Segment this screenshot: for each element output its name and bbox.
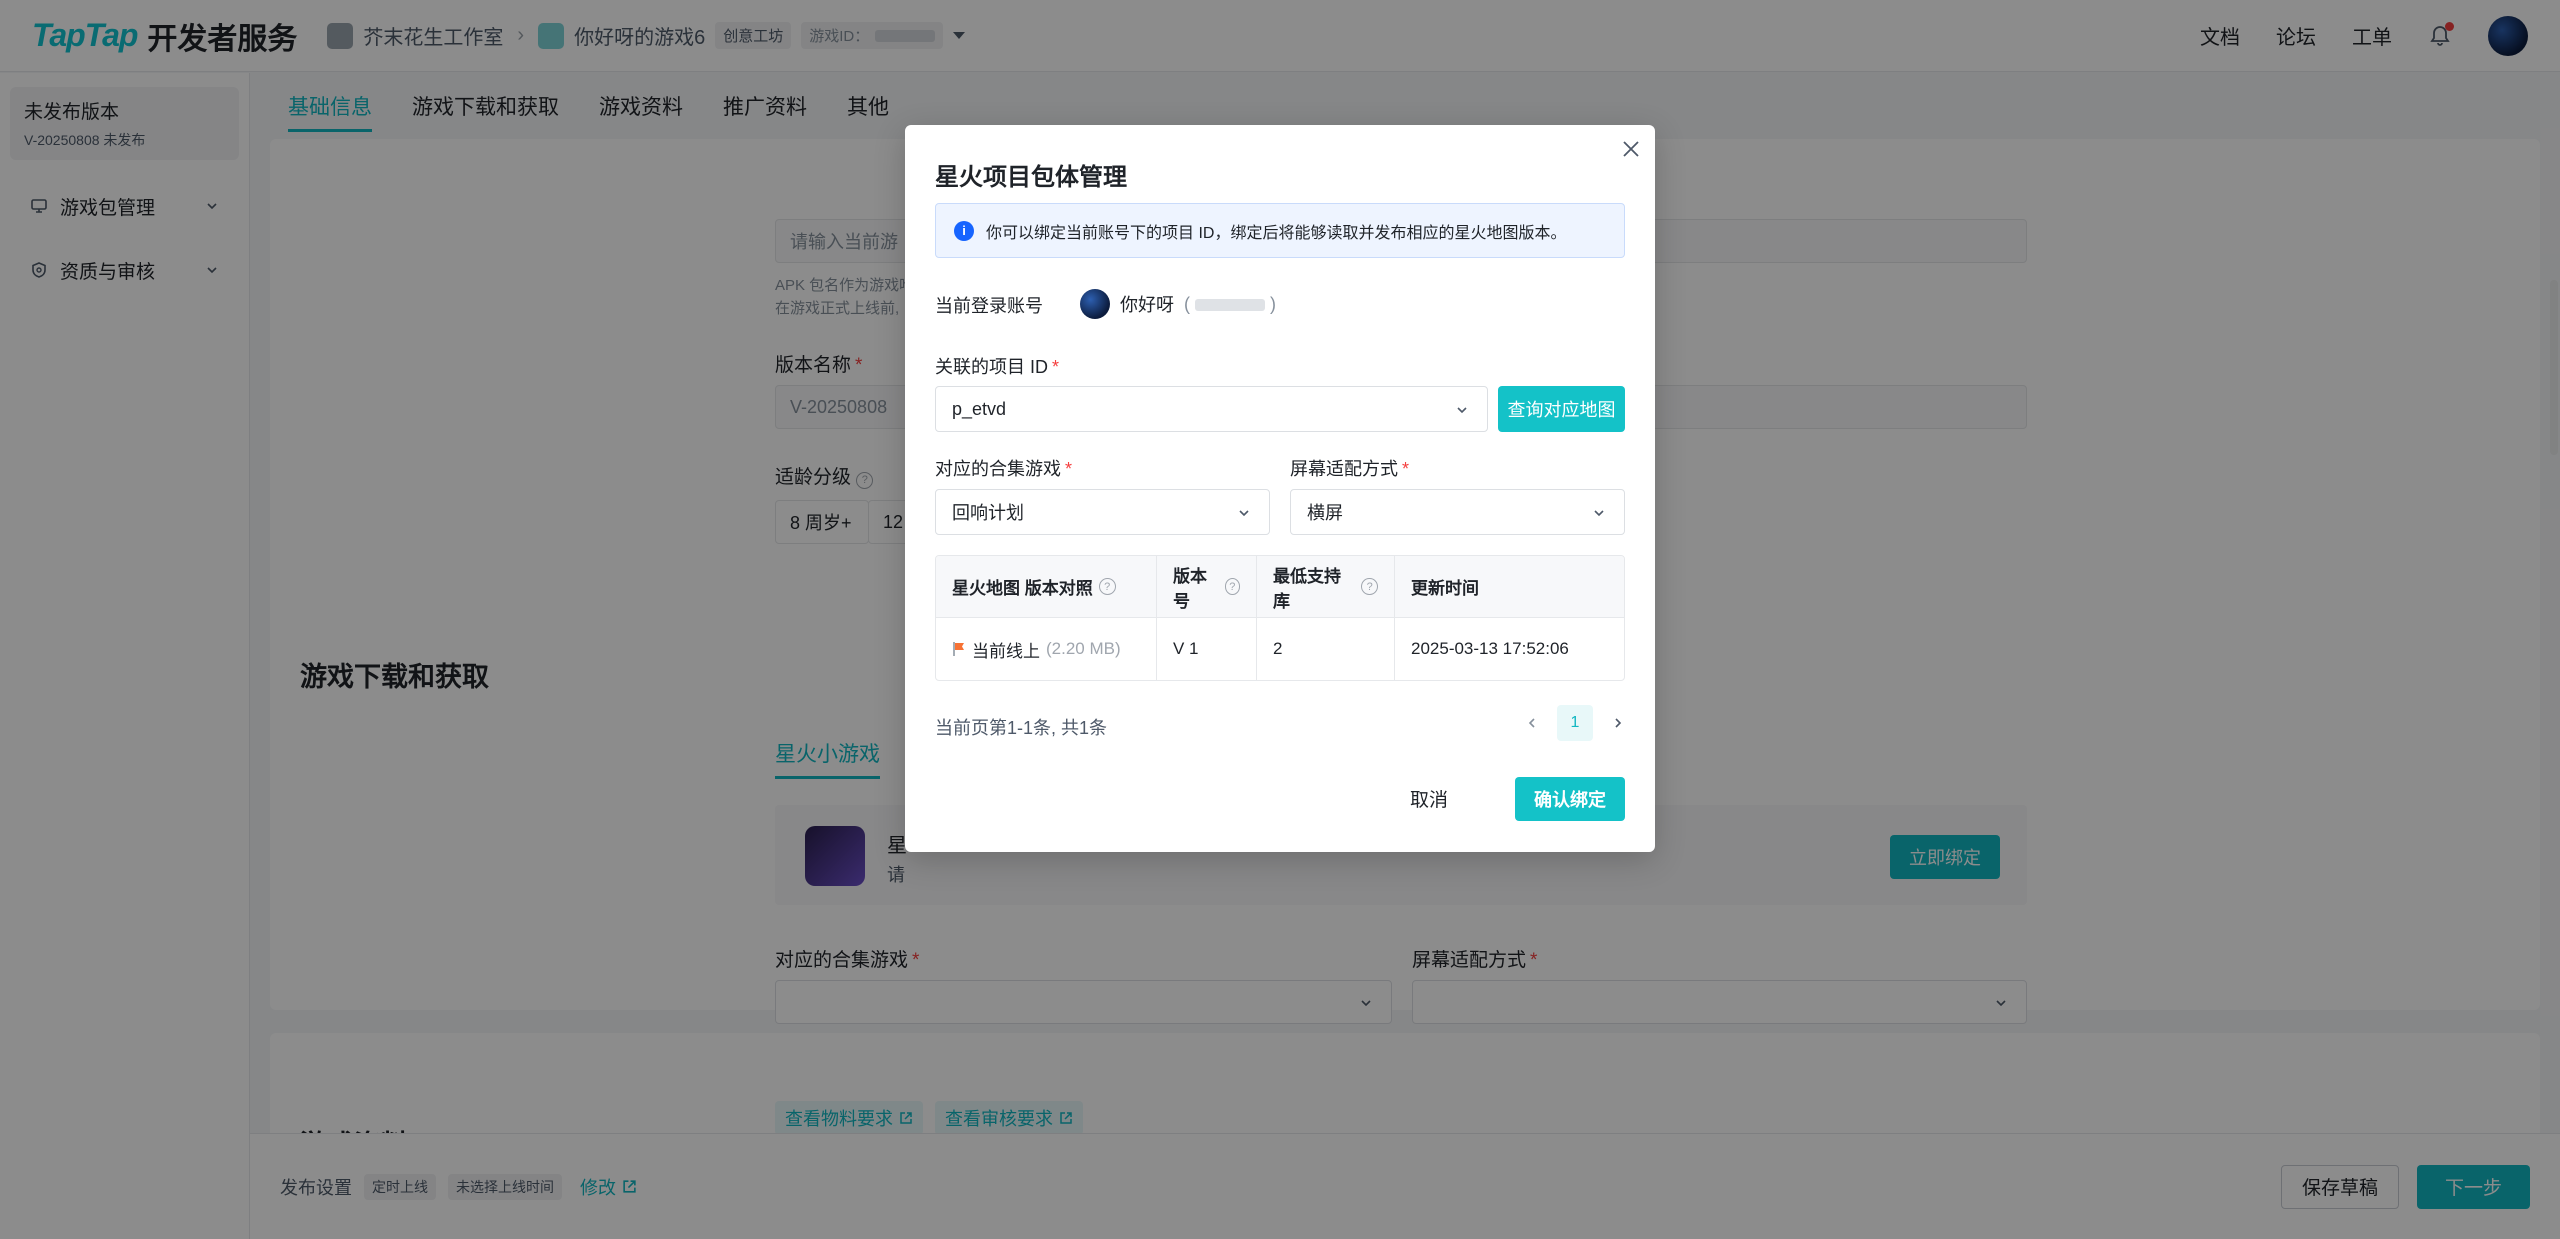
account-label: 当前登录账号 [935,296,1043,316]
table-row[interactable]: 当前线上 (2.20 MB) V 1 2 2025-03-13 17:52:06 [936,618,1624,680]
question-icon[interactable]: ? [1098,578,1116,595]
header-text: 更新时间 [1411,579,1479,598]
question-icon[interactable]: ? [1361,578,1378,595]
pagination-info: 当前页第1-1条, 共1条 [935,718,1108,738]
close-icon[interactable] [1619,137,1643,161]
project-id-value: p_etvd [952,398,1007,419]
package-management-modal: 星火项目包体管理 i 你可以绑定当前账号下的项目 ID，绑定后将能够读取并发布相… [905,125,1655,852]
chevron-right-icon[interactable] [1611,716,1625,730]
modal-title: 星火项目包体管理 [935,164,1127,191]
page-button-1[interactable]: 1 [1557,705,1593,741]
cell-min-lib: 2 [1257,618,1395,680]
col-header-min-lib: 最低支持库? [1257,556,1395,617]
query-map-button[interactable]: 查询对应地图 [1498,386,1625,432]
question-icon[interactable]: ? [1224,578,1240,595]
screen-mode-value: 横屏 [1307,503,1343,523]
pagination: 1 [1525,705,1625,741]
account-avatar [1080,289,1110,319]
info-text: 你可以绑定当前账号下的项目 ID，绑定后将能够读取并发布相应的星火地图版本。 [986,224,1567,242]
status-text: 当前线上 [972,641,1040,661]
flag-icon [953,642,964,656]
package-size: (2.20 MB) [1046,639,1121,658]
label-text: 对应的合集游戏 [935,459,1061,479]
col-header-map-version: 星火地图 版本对照? [936,556,1157,617]
account-name: 你好呀 [1120,295,1174,315]
chevron-down-icon [1239,510,1249,517]
col-header-version: 版本号? [1157,556,1257,617]
table-header: 星火地图 版本对照? 版本号? 最低支持库? 更新时间 [936,556,1624,618]
col-header-updated: 更新时间 [1395,556,1624,617]
chevron-down-icon [1594,510,1604,517]
version-table: 星火地图 版本对照? 版本号? 最低支持库? 更新时间 当前线上 (2.20 M… [935,555,1625,681]
label-text: 关联的项目 ID [935,357,1049,377]
cancel-button[interactable]: 取消 [1410,775,1448,821]
confirm-bind-button[interactable]: 确认绑定 [1515,777,1625,821]
screen-mode-select[interactable]: 横屏 [1290,489,1625,535]
info-icon: i [954,220,974,241]
collection-game-value: 回响计划 [952,503,1024,523]
project-id-label: 关联的项目 ID * [935,357,1060,377]
chevron-left-icon[interactable] [1525,716,1539,730]
header-text: 最低支持库 [1273,566,1341,611]
info-banner: i 你可以绑定当前账号下的项目 ID，绑定后将能够读取并发布相应的星火地图版本。 [935,203,1625,258]
current-account: 你好呀 ( ) [1080,289,1276,319]
header-text: 星火地图 版本对照 [952,579,1093,598]
chevron-down-icon [1457,407,1467,414]
cell-updated: 2025-03-13 17:52:06 [1411,639,1569,658]
cell-status: 当前线上 (2.20 MB) [936,618,1157,680]
page-scrollbar[interactable] [2550,280,2558,455]
collection-game-label: 对应的合集游戏 * [935,459,1073,479]
label-text: 屏幕适配方式 [1290,459,1398,479]
cell-version: V 1 [1157,618,1257,680]
project-id-select[interactable]: p_etvd [935,386,1488,432]
account-id-redacted: ( ) [1184,293,1276,314]
screen-mode-label: 屏幕适配方式 * [1290,459,1410,479]
header-text: 版本号 [1173,566,1207,611]
collection-game-select[interactable]: 回响计划 [935,489,1270,535]
